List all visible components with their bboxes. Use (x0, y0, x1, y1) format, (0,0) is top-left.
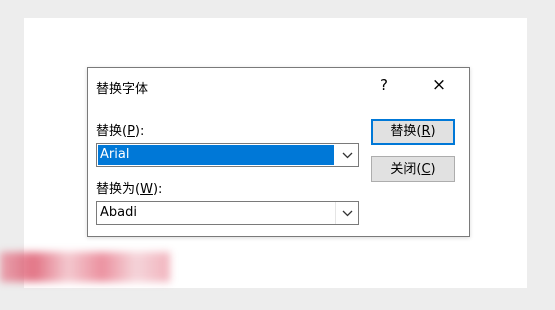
replace-with-label: 替换为(W): (96, 182, 163, 197)
close-button[interactable]: 关闭(C) (371, 156, 455, 182)
replace-font-dialog: 替换字体 ? × 替换(P): Arial 替换为(W): Abadi 替换(R… (87, 67, 470, 237)
chevron-down-icon[interactable] (335, 144, 358, 166)
replace-with-combobox[interactable]: Abadi (96, 201, 359, 225)
replace-with-value[interactable]: Abadi (98, 203, 334, 223)
blurred-watermark (0, 252, 170, 282)
dialog-title: 替换字体 (96, 82, 149, 97)
close-icon[interactable]: × (428, 74, 450, 96)
help-icon[interactable]: ? (374, 74, 394, 96)
replace-label: 替换(P): (96, 124, 145, 139)
replace-font-value[interactable]: Arial (98, 145, 334, 165)
chevron-down-icon[interactable] (335, 202, 358, 224)
replace-font-combobox[interactable]: Arial (96, 143, 359, 167)
replace-button[interactable]: 替换(R) (371, 119, 455, 145)
